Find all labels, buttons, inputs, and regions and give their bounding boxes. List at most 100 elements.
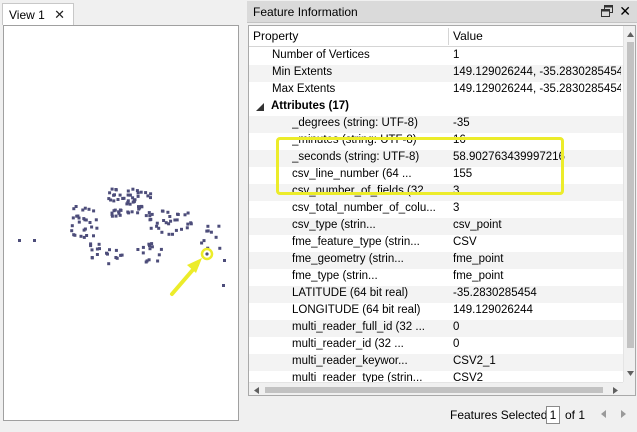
feature-point[interactable]	[141, 245, 145, 249]
map-canvas[interactable]	[3, 25, 239, 421]
feature-point[interactable]	[105, 251, 108, 255]
feature-point[interactable]	[95, 226, 99, 230]
table-row[interactable]: Min Extents 149.129026244, -35.283028545…	[249, 65, 623, 82]
feature-point[interactable]	[169, 219, 173, 223]
attributes-section-row[interactable]: Attributes (17)	[249, 99, 623, 116]
feature-point[interactable]	[131, 187, 135, 191]
feature-point[interactable]	[144, 191, 148, 195]
feature-point[interactable]	[136, 194, 140, 198]
feature-point[interactable]	[173, 218, 177, 222]
feature-point[interactable]	[147, 258, 151, 262]
feature-point[interactable]	[92, 234, 95, 238]
feature-point[interactable]	[149, 226, 153, 230]
feature-point[interactable]	[174, 228, 178, 232]
feature-point[interactable]	[222, 284, 225, 287]
feature-point[interactable]	[121, 197, 125, 200]
feature-point[interactable]	[120, 253, 124, 257]
table-row[interactable]: LONGITUDE (64 bit real) 149.129026244	[249, 303, 623, 320]
feature-point[interactable]	[113, 193, 116, 197]
feature-point[interactable]	[205, 229, 209, 233]
tab-view-1[interactable]: View 1 ✕	[2, 3, 74, 25]
feature-point[interactable]	[162, 219, 166, 222]
feature-point[interactable]	[88, 221, 92, 224]
feature-point[interactable]	[112, 209, 116, 213]
feature-point[interactable]	[218, 246, 222, 250]
table-row[interactable]: multi_reader_full_id (32 ... 0	[249, 320, 623, 337]
feature-point[interactable]	[114, 214, 118, 218]
feature-point[interactable]	[156, 259, 160, 263]
scroll-right-icon[interactable]	[611, 386, 620, 395]
horizontal-scroll-thumb[interactable]	[265, 387, 603, 393]
feature-point[interactable]	[70, 224, 74, 228]
selected-point-marker[interactable]	[200, 247, 214, 261]
feature-point[interactable]	[82, 235, 86, 239]
feature-point[interactable]	[95, 253, 99, 256]
feature-point[interactable]	[112, 199, 116, 203]
feature-point[interactable]	[107, 197, 111, 201]
feature-point[interactable]	[149, 196, 152, 200]
feature-point[interactable]	[92, 209, 96, 213]
feature-point[interactable]	[97, 242, 101, 246]
feature-point[interactable]	[180, 227, 183, 231]
feature-point[interactable]	[209, 230, 213, 234]
feature-point[interactable]	[114, 188, 118, 191]
point-features-map[interactable]	[4, 26, 240, 422]
feature-point[interactable]	[149, 192, 153, 196]
table-row[interactable]: Max Extents 149.129026244, -35.283028545…	[249, 82, 623, 99]
feature-point[interactable]	[84, 218, 88, 222]
feature-point[interactable]	[18, 239, 21, 242]
feature-point[interactable]	[33, 239, 36, 242]
feature-point[interactable]	[77, 220, 81, 224]
feature-point[interactable]	[144, 260, 148, 264]
feature-point[interactable]	[118, 193, 122, 197]
feature-point[interactable]	[73, 233, 77, 237]
feature-point[interactable]	[126, 199, 130, 203]
feature-point[interactable]	[185, 226, 189, 230]
feature-point[interactable]	[214, 235, 218, 239]
scroll-left-icon[interactable]	[252, 386, 261, 395]
feature-point[interactable]	[148, 244, 151, 248]
feature-point[interactable]	[168, 215, 172, 218]
feature-point[interactable]	[70, 229, 74, 233]
table-row[interactable]: LATITUDE (64 bit real) -35.2830285454	[249, 286, 623, 303]
next-feature-button[interactable]	[618, 409, 628, 419]
feature-point[interactable]	[114, 248, 118, 252]
vertical-scroll-thumb[interactable]	[627, 42, 634, 348]
feature-point[interactable]	[141, 251, 145, 255]
feature-point[interactable]	[189, 221, 193, 225]
feature-point[interactable]	[183, 213, 187, 217]
feature-point[interactable]	[72, 207, 76, 211]
scroll-down-icon[interactable]	[626, 369, 635, 378]
feature-point[interactable]	[159, 247, 163, 251]
feature-point[interactable]	[157, 226, 161, 230]
feature-point[interactable]	[206, 224, 210, 228]
vertical-scrollbar[interactable]	[623, 26, 635, 382]
feature-point[interactable]	[148, 218, 152, 222]
feature-point[interactable]	[117, 210, 121, 214]
selected-feature-index-input[interactable]: 1	[546, 406, 560, 424]
table-row[interactable]: multi_reader_type (strin... CSV2	[249, 371, 623, 382]
feature-point[interactable]	[150, 245, 154, 249]
table-row[interactable]: csv_type (strin... csv_point	[249, 218, 623, 235]
table-row[interactable]: csv_total_number_of_colu... 3	[249, 201, 623, 218]
tab-close-icon[interactable]: ✕	[54, 7, 65, 23]
feature-point[interactable]	[127, 193, 131, 197]
feature-point[interactable]	[98, 247, 101, 251]
feature-point[interactable]	[160, 230, 164, 234]
feature-point[interactable]	[90, 225, 94, 229]
feature-point[interactable]	[161, 209, 165, 213]
feature-point[interactable]	[186, 211, 190, 215]
table-row[interactable]: fme_feature_type (strin... CSV	[249, 235, 623, 252]
feature-point[interactable]	[139, 190, 143, 194]
feature-point[interactable]	[136, 248, 140, 251]
table-row[interactable]: fme_geometry (strin... fme_point	[249, 252, 623, 269]
table-row[interactable]: _degrees (string: UTF-8) -35	[249, 116, 623, 133]
feature-point[interactable]	[217, 224, 221, 228]
close-panel-icon[interactable]: ✕	[619, 3, 631, 20]
feature-point[interactable]	[150, 212, 154, 216]
float-window-icon[interactable]	[601, 5, 613, 17]
feature-point[interactable]	[94, 218, 98, 222]
feature-point[interactable]	[87, 207, 91, 211]
feature-point[interactable]	[132, 200, 136, 204]
column-header-property[interactable]: Property	[253, 29, 298, 43]
